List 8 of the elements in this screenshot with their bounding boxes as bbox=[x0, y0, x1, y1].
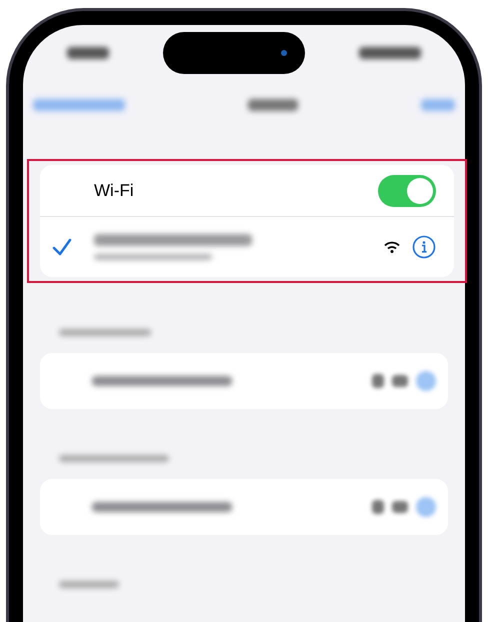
blurred-text bbox=[67, 47, 109, 59]
wifi-toggle[interactable] bbox=[378, 174, 436, 206]
wifi-label: Wi-Fi bbox=[94, 180, 135, 202]
blurred-text bbox=[359, 47, 421, 59]
camera-icon bbox=[281, 50, 287, 56]
blurred-text bbox=[59, 581, 119, 588]
blurred-text bbox=[248, 99, 298, 111]
blurred-text bbox=[421, 99, 455, 111]
